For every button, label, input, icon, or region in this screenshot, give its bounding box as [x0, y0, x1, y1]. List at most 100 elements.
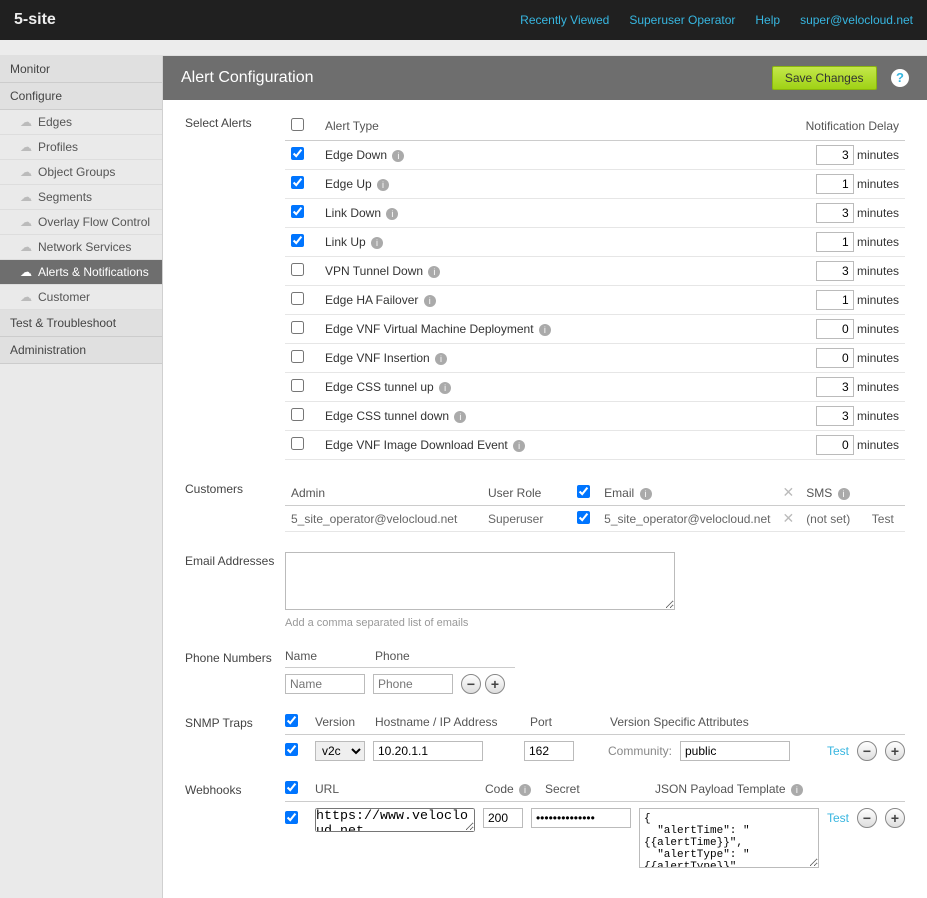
alert-checkbox[interactable]	[291, 234, 304, 247]
alert-checkbox[interactable]	[291, 292, 304, 305]
alert-delay-input[interactable]	[816, 406, 854, 426]
alert-delay-input[interactable]	[816, 203, 854, 223]
save-changes-button[interactable]: Save Changes	[772, 66, 877, 90]
info-icon[interactable]: i	[386, 208, 398, 220]
delay-unit: minutes	[854, 293, 899, 307]
webhook-payload-textarea[interactable]: { "alertTime": "{{alertTime}}", "alertTy…	[639, 808, 819, 868]
info-icon[interactable]: i	[428, 266, 440, 278]
sidebar-item-profiles[interactable]: ☁Profiles	[0, 135, 162, 160]
sidebar-section-configure[interactable]: Configure	[0, 83, 162, 110]
recently-viewed-link[interactable]: Recently Viewed	[520, 13, 609, 27]
customer-email: 5_site_operator@velocloud.net	[598, 506, 776, 532]
info-icon[interactable]: i	[539, 324, 551, 336]
sidebar-item-alerts-notifications[interactable]: ☁Alerts & Notifications	[0, 260, 162, 285]
info-icon[interactable]: i	[640, 488, 652, 500]
remove-snmp-button[interactable]: −	[857, 741, 877, 761]
alert-row: Edge Up i minutes	[285, 170, 905, 199]
alert-checkbox[interactable]	[291, 321, 304, 334]
info-icon[interactable]: i	[424, 295, 436, 307]
snmp-community-input[interactable]	[680, 741, 790, 761]
info-icon[interactable]: i	[439, 382, 451, 394]
snmp-header-checkbox[interactable]	[285, 714, 298, 727]
delay-unit: minutes	[854, 351, 899, 365]
customers-admin-header: Admin	[285, 480, 482, 506]
sidebar-item-overlay-flow-control[interactable]: ☁Overlay Flow Control	[0, 210, 162, 235]
sidebar-section-admin[interactable]: Administration	[0, 337, 162, 364]
webhooks-header-checkbox[interactable]	[285, 781, 298, 794]
alert-delay-input[interactable]	[816, 377, 854, 397]
webhook-row-checkbox[interactable]	[285, 811, 298, 824]
sidebar-section-monitor[interactable]: Monitor	[0, 56, 162, 83]
customer-email-checkbox[interactable]	[577, 511, 590, 524]
alert-delay-input[interactable]	[816, 290, 854, 310]
customers-sms-header: SMS	[806, 486, 832, 500]
delay-unit: minutes	[854, 206, 899, 220]
alert-delay-input[interactable]	[816, 435, 854, 455]
sidebar-item-customer[interactable]: ☁Customer	[0, 285, 162, 310]
snmp-version-select[interactable]: v2c	[315, 741, 365, 761]
info-icon[interactable]: i	[371, 237, 383, 249]
alert-delay-input[interactable]	[816, 261, 854, 281]
remove-phone-button[interactable]: −	[461, 674, 481, 694]
alert-delay-input[interactable]	[816, 232, 854, 252]
customer-sms: (not set)	[800, 506, 866, 532]
snmp-port-input[interactable]	[524, 741, 574, 761]
alert-delay-input[interactable]	[816, 145, 854, 165]
sidebar-item-edges[interactable]: ☁Edges	[0, 110, 162, 135]
info-icon[interactable]: i	[454, 411, 466, 423]
info-icon[interactable]: i	[838, 488, 850, 500]
add-webhook-button[interactable]: +	[885, 808, 905, 828]
help-link[interactable]: Help	[755, 13, 780, 27]
webhook-test-link[interactable]: Test	[827, 808, 849, 825]
alert-delay-input[interactable]	[816, 174, 854, 194]
snmp-test-link[interactable]: Test	[827, 744, 849, 758]
webhook-code-input[interactable]	[483, 808, 523, 828]
alert-row: Edge CSS tunnel down i minutes	[285, 402, 905, 431]
help-icon[interactable]: ?	[891, 69, 909, 87]
snmp-host-input[interactable]	[373, 741, 483, 761]
alert-delay-input[interactable]	[816, 348, 854, 368]
cloud-icon: ☁	[20, 115, 32, 129]
alert-checkbox[interactable]	[291, 205, 304, 218]
clear-sms-icon[interactable]: ✕	[782, 510, 794, 526]
user-email-link[interactable]: super@velocloud.net	[800, 13, 913, 27]
phone-name-input[interactable]	[285, 674, 365, 694]
info-icon[interactable]: i	[519, 784, 531, 796]
info-icon[interactable]: i	[791, 784, 803, 796]
superuser-operator-link[interactable]: Superuser Operator	[629, 13, 735, 27]
alert-checkbox[interactable]	[291, 176, 304, 189]
info-icon[interactable]: i	[377, 179, 389, 191]
cloud-icon: ☁	[20, 165, 32, 179]
alert-name: Edge VNF Virtual Machine Deployment	[325, 322, 534, 336]
customer-test-link[interactable]: Test	[866, 506, 905, 532]
alert-checkbox[interactable]	[291, 437, 304, 450]
sidebar-section-test[interactable]: Test & Troubleshoot	[0, 310, 162, 337]
alert-checkbox[interactable]	[291, 379, 304, 392]
add-snmp-button[interactable]: +	[885, 741, 905, 761]
remove-webhook-button[interactable]: −	[857, 808, 877, 828]
webhook-url-input[interactable]: https://www.velocloud.net	[315, 808, 475, 832]
alert-checkbox[interactable]	[291, 147, 304, 160]
info-icon[interactable]: i	[392, 150, 404, 162]
customers-email-header-checkbox[interactable]	[577, 485, 590, 498]
clear-sms-header-icon[interactable]: ✕	[782, 484, 794, 500]
sidebar-item-network-services[interactable]: ☁Network Services	[0, 235, 162, 260]
alert-checkbox[interactable]	[291, 350, 304, 363]
cloud-icon: ☁	[20, 215, 32, 229]
customer-role: Superuser	[482, 506, 569, 532]
phone-number-input[interactable]	[373, 674, 453, 694]
alert-checkbox[interactable]	[291, 408, 304, 421]
alert-delay-input[interactable]	[816, 319, 854, 339]
alerts-select-all-checkbox[interactable]	[291, 118, 304, 131]
info-icon[interactable]: i	[435, 353, 447, 365]
alert-checkbox[interactable]	[291, 263, 304, 276]
info-icon[interactable]: i	[513, 440, 525, 452]
add-phone-button[interactable]: +	[485, 674, 505, 694]
sidebar-item-segments[interactable]: ☁Segments	[0, 185, 162, 210]
emails-textarea[interactable]	[285, 552, 675, 610]
brand: 5-site	[14, 11, 56, 29]
snmp-row-checkbox[interactable]	[285, 743, 298, 756]
webhook-secret-input[interactable]	[531, 808, 631, 828]
sidebar-item-object-groups[interactable]: ☁Object Groups	[0, 160, 162, 185]
top-links: Recently Viewed Superuser Operator Help …	[520, 13, 913, 27]
